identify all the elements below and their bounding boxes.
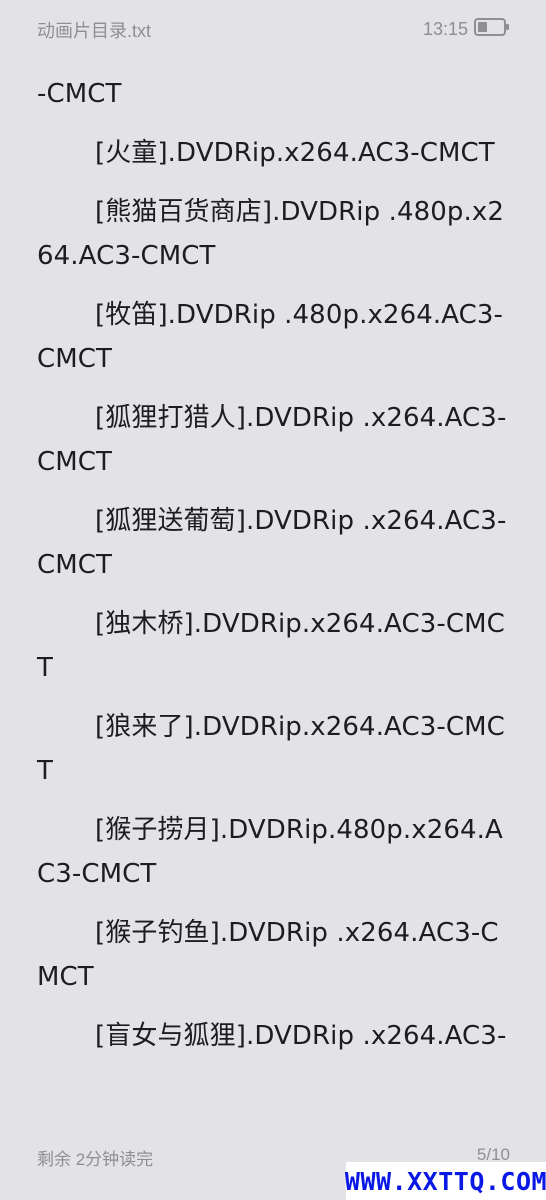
text-paragraph: [猴子钓鱼].DVDRip .x264.AC3-CMCT <box>37 918 499 992</box>
status-bar: 动画片目录.txt 13:15 <box>0 0 546 58</box>
text-paragraph: [狼来了].DVDRip.x264.AC3-CMCT <box>37 712 505 786</box>
reader-text-area[interactable]: -CMCT [火童].DVDRip.x264.AC3-CMCT [熊猫百货商店].D… <box>37 72 512 1073</box>
clock-time: 13:15 <box>422 18 468 39</box>
text-paragraph: [狐狸送葡萄].DVDRip .x264.AC3-CMCT <box>37 506 507 580</box>
text-paragraph: [火童].DVDRip.x264.AC3-CMCT <box>95 138 495 168</box>
text-paragraph: [盲女与狐狸].DVDRip .x264.AC3- <box>95 1021 507 1051</box>
text-paragraph: [独木桥].DVDRip.x264.AC3-CMCT <box>37 609 505 683</box>
text-paragraph: [狐狸打猎人].DVDRip .x264.AC3-CMCT <box>37 403 507 477</box>
text-paragraph: [牧笛].DVDRip .480p.x264.AC3-CMCT <box>37 300 504 374</box>
watermark-text: WWW.XXTTQ.COM <box>344 1166 546 1196</box>
site-watermark: WWW.XXTTQ.COM <box>344 1162 546 1200</box>
text-paragraph: [熊猫百货商店].DVDRip .480p.x264.AC3-CMCT <box>37 197 504 271</box>
text-paragraph: -CMCT <box>37 79 122 109</box>
reader-footer: 剩余 2分钟读完 5/10 WWW.XXTTQ.COM <box>0 1130 546 1200</box>
file-title: 动画片目录.txt <box>37 21 152 41</box>
battery-icon <box>474 17 510 41</box>
status-right-group: 13:15 <box>423 17 510 41</box>
remaining-time-label: 剩余 2分钟读完 <box>37 1150 154 1169</box>
text-paragraph: [猴子捞月].DVDRip.480p.x264.AC3-CMCT <box>37 815 503 889</box>
